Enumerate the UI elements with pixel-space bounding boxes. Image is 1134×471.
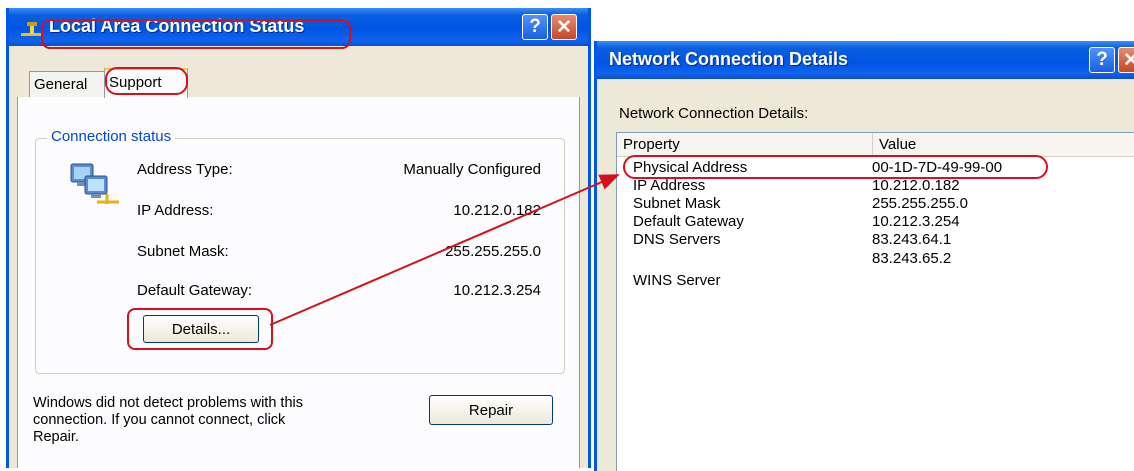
network-computers-icon [67,158,123,210]
default-gateway-label: Default Gateway: [137,282,253,299]
address-type-label: Address Type: [137,161,233,178]
details-button[interactable]: Details... [143,315,259,343]
repair-message: Windows did not detect problems with thi… [33,395,303,446]
repair-message-line: Repair. [33,429,79,445]
value-cell: 10.212.0.182 [872,177,960,194]
details-help-button[interactable]: ? [1089,47,1115,73]
details-list[interactable]: Property Value Physical Address 00-1D-7D… [616,132,1134,471]
value-cell: 10.212.3.254 [872,213,960,230]
local-area-connection-status-window: Local Area Connection Status ? ✕ General… [6,8,591,468]
status-title-bar[interactable]: Local Area Connection Status ? ✕ [9,8,588,46]
help-button[interactable]: ? [522,14,548,40]
tab-support[interactable]: Support [104,68,188,98]
column-header-property[interactable]: Property [617,133,873,157]
details-window-title: Network Connection Details [609,49,849,69]
value-cell: 83.243.64.1 [872,231,952,248]
close-icon: ✕ [1123,49,1134,72]
repair-button-label: Repair [468,401,514,419]
tab-support-label: Support [109,74,162,91]
network-connection-details-window: Network Connection Details ? ✕ Network C… [594,41,1134,471]
column-header-value-label: Value [879,136,917,153]
default-gateway-value: 10.212.3.254 [453,282,541,299]
column-header-value[interactable]: Value [873,133,1134,157]
connection-status-group-title: Connection status [47,128,176,145]
value-cell: 255.255.255.0 [872,195,968,212]
subnet-mask-value: 255.255.255.0 [445,243,541,260]
subnet-mask-label: Subnet Mask: [137,243,229,260]
value-cell: 00-1D-7D-49-99-00 [872,159,1003,176]
address-type-value: Manually Configured [403,161,541,178]
help-icon: ? [1096,49,1108,70]
close-button[interactable]: ✕ [551,14,577,40]
property-cell: Subnet Mask [633,195,721,212]
property-cell: Physical Address [633,159,748,176]
column-header-property-label: Property [623,136,680,153]
ip-address-value: 10.212.0.182 [453,202,541,219]
repair-message-line: connection. If you cannot connect, click [33,412,286,428]
details-button-label: Details... [171,320,231,338]
close-icon: ✕ [556,16,572,38]
details-title-bar[interactable]: Network Connection Details ? ✕ [597,41,1134,79]
tab-general[interactable]: General [29,71,105,97]
details-heading: Network Connection Details: [619,105,809,122]
property-cell: Default Gateway [633,213,744,230]
property-cell: DNS Servers [633,231,721,248]
details-close-button[interactable]: ✕ [1118,47,1134,73]
property-cell: IP Address [633,177,706,194]
value-cell: 83.243.65.2 [872,250,952,267]
repair-message-line: Windows did not detect problems with thi… [33,395,303,411]
ip-address-label: IP Address: [137,202,214,219]
network-connection-icon [19,22,45,38]
tab-general-label: General [34,76,88,93]
status-window-title: Local Area Connection Status [49,16,305,36]
repair-button[interactable]: Repair [429,395,553,425]
help-icon: ? [529,16,541,37]
property-cell: WINS Server [633,272,721,289]
